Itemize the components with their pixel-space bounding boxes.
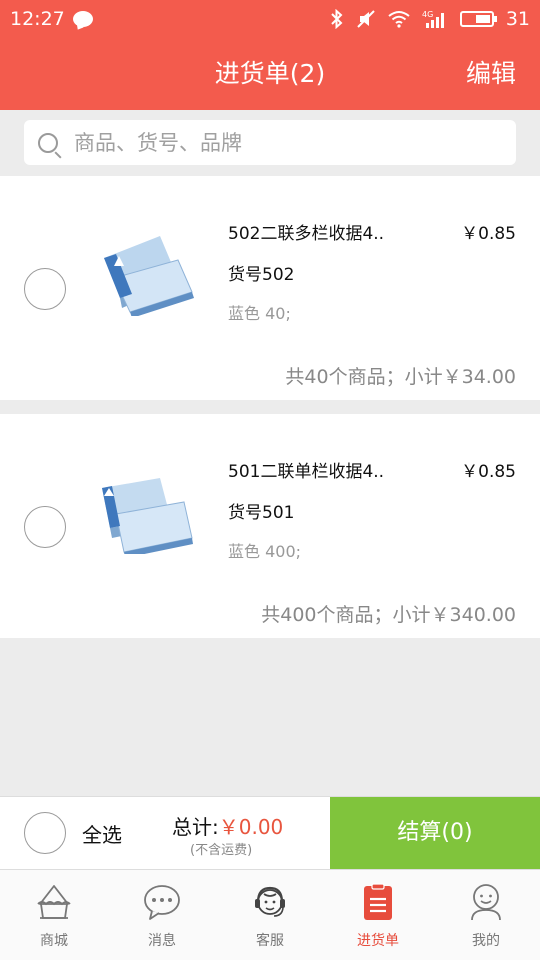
tab-customer-service[interactable]: 客服 [216, 870, 324, 960]
cart-item[interactable]: 501二联单栏收据4.. ￥0.85 货号501 蓝色 400; 共400个商品… [0, 414, 540, 638]
product-code: 货号502 [228, 265, 295, 285]
edit-button[interactable]: 编辑 [466, 38, 516, 110]
signal-type-label: 4G [422, 10, 433, 19]
tab-shop[interactable]: 商城 [0, 870, 108, 960]
search-input[interactable] [74, 130, 474, 155]
total-value: ￥0.00 [218, 815, 284, 839]
message-icon [144, 885, 180, 920]
search-icon [38, 132, 58, 153]
tab-messages[interactable]: 消息 [108, 870, 216, 960]
page-title: 进货单(2) [214, 59, 326, 88]
select-all-radio[interactable] [24, 812, 66, 854]
select-all-label[interactable]: 全选 [82, 819, 122, 848]
mute-icon [357, 10, 375, 28]
product-price: ￥0.85 [461, 462, 516, 482]
tab-profile[interactable]: 我的 [432, 870, 540, 960]
tab-bar: 商城 消息 客服 进货单 我的 [0, 869, 540, 960]
customer-service-icon [255, 886, 285, 917]
checkout-bar: 全选 总计:￥0.00 (不含运费) 结算(0) [0, 796, 540, 869]
product-spec: 蓝色 400; [228, 542, 302, 561]
bluetooth-icon [331, 9, 343, 29]
product-image [102, 478, 193, 554]
cart-item[interactable]: 502二联多栏收据4.. ￥0.85 货号502 蓝色 40; 共40个商品；小… [0, 176, 540, 400]
chat-notification-icon [72, 11, 93, 27]
tab-label: 消息 [148, 933, 176, 949]
item-subtotal: 共40个商品；小计￥34.00 [285, 366, 516, 388]
total-label: 总计: [172, 815, 219, 839]
product-code: 货号501 [228, 503, 295, 523]
product-name[interactable]: 501二联单栏收据4.. [228, 457, 384, 482]
battery-icon [459, 11, 497, 27]
tab-label: 商城 [40, 933, 68, 949]
checkout-button[interactable]: 结算(0) [330, 797, 540, 869]
battery-level: 31 [505, 8, 530, 30]
shipping-note: (不含运费) [190, 843, 253, 858]
signal-icon: 4G [422, 10, 444, 28]
status-bar: 12:27 4G 31 [0, 0, 540, 38]
tab-order-list[interactable]: 进货单 [324, 870, 432, 960]
wifi-icon [388, 11, 410, 28]
product-image [104, 236, 194, 316]
profile-icon [471, 884, 501, 921]
status-icons: 4G 31 [330, 8, 530, 30]
shop-icon [37, 885, 71, 919]
product-name[interactable]: 502二联多栏收据4.. [228, 219, 384, 244]
tab-label: 我的 [472, 933, 500, 949]
total-row: 总计:￥0.00 [172, 811, 283, 840]
search-section [0, 110, 540, 176]
search-box[interactable] [24, 120, 516, 165]
nav-bar: 进货单(2) 编辑 [0, 38, 540, 110]
tab-label: 客服 [256, 933, 284, 949]
product-price: ￥0.85 [461, 224, 516, 244]
item-select-radio[interactable] [24, 268, 66, 310]
item-select-radio[interactable] [24, 506, 66, 548]
tab-label: 进货单 [357, 933, 399, 949]
item-subtotal: 共400个商品；小计￥340.00 [261, 604, 516, 626]
status-time: 12:27 [10, 8, 65, 30]
product-spec: 蓝色 40; [228, 304, 291, 323]
order-list-icon [364, 883, 392, 920]
